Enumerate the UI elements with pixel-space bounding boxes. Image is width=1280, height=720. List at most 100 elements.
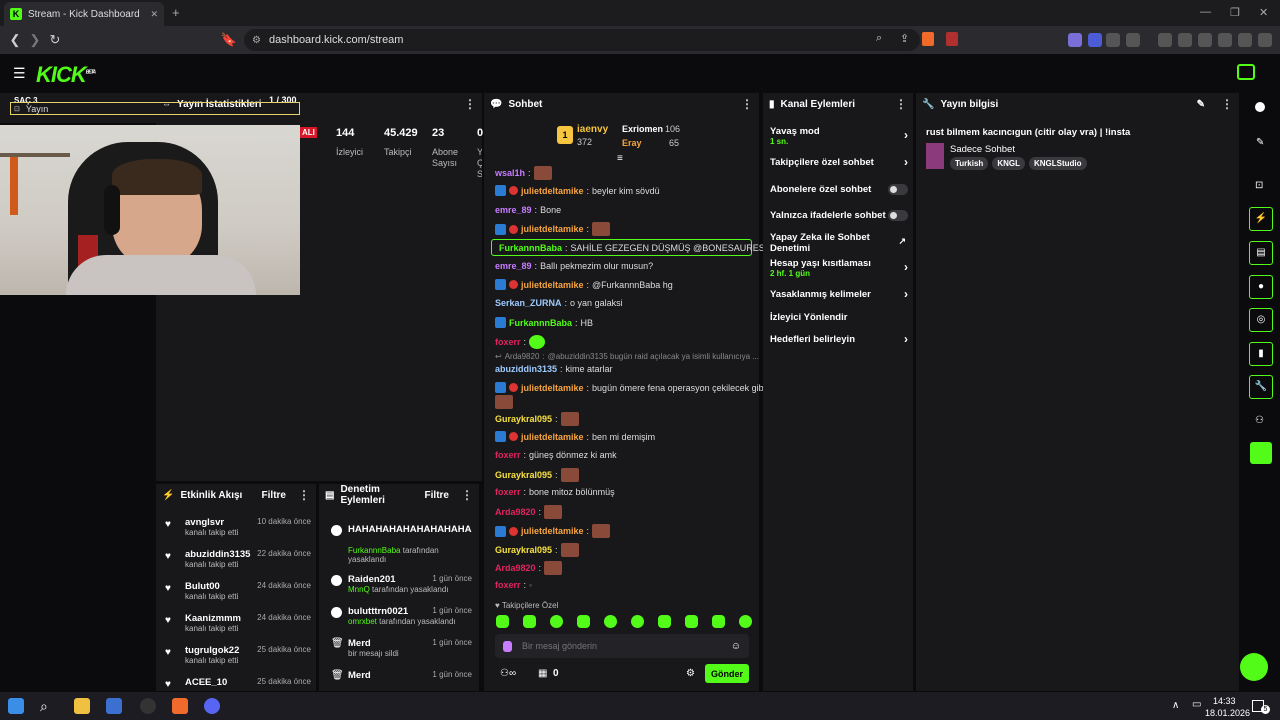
emote-icon[interactable] bbox=[577, 615, 590, 628]
users-icon[interactable]: ⚇∞ bbox=[500, 668, 516, 679]
category-name[interactable]: Sadece Sohbet bbox=[950, 144, 1015, 155]
app-icon[interactable] bbox=[106, 698, 122, 714]
channel-actions-menu-icon[interactable]: ⋮ bbox=[895, 97, 907, 111]
emote-icon[interactable] bbox=[496, 615, 509, 628]
chat-user[interactable]: FurkannnBaba bbox=[499, 243, 562, 253]
broadcast-icon[interactable]: ◎ bbox=[1249, 308, 1273, 332]
vpn-icon[interactable] bbox=[1218, 33, 1232, 47]
chat-user[interactable]: julietdeltamike bbox=[521, 526, 584, 536]
browser-tab[interactable]: K Stream - Kick Dashboard ✕ bbox=[4, 2, 164, 26]
send-button[interactable]: Gönder bbox=[705, 664, 749, 683]
music-icon[interactable] bbox=[1158, 33, 1172, 47]
top-donor-name[interactable]: Eray bbox=[622, 138, 642, 148]
chat-user[interactable]: julietdeltamike bbox=[521, 186, 584, 196]
action-raid[interactable]: İzleyici Yönlendir bbox=[770, 312, 908, 323]
kick-logo[interactable]: KICKBETA bbox=[36, 62, 96, 88]
search-icon[interactable]: ⌕ bbox=[40, 698, 56, 714]
extension-icon[interactable] bbox=[1126, 33, 1140, 47]
emote-icon[interactable] bbox=[550, 615, 563, 628]
chat-user[interactable]: Guraykral095 bbox=[495, 545, 552, 555]
chat-user[interactable]: abuziddin3135 bbox=[495, 364, 557, 374]
close-window-icon[interactable]: ✕ bbox=[1259, 6, 1268, 19]
back-icon[interactable]: ❮ bbox=[5, 30, 25, 50]
emote-icon[interactable] bbox=[685, 615, 698, 628]
stats-menu-icon[interactable]: ⋮ bbox=[464, 97, 476, 111]
chat-user[interactable]: julietdeltamike bbox=[521, 383, 584, 393]
chat-user[interactable]: Guraykral095 bbox=[495, 414, 552, 424]
wallet-icon[interactable] bbox=[1198, 33, 1212, 47]
pencil-icon[interactable]: ✎ bbox=[1256, 137, 1264, 148]
brave-rewards-icon[interactable] bbox=[946, 32, 958, 46]
toggle-switch[interactable] bbox=[888, 184, 908, 195]
top-donor-name[interactable]: Exriomen bbox=[622, 124, 663, 134]
shield-icon[interactable] bbox=[1238, 33, 1252, 47]
action-account-age[interactable]: Hesap yaşı kısıtlaması 2 hf. 1 gün › bbox=[770, 258, 908, 278]
discord-icon[interactable] bbox=[204, 698, 220, 714]
emote-icon[interactable] bbox=[631, 615, 644, 628]
bookmark-icon[interactable]: 🔖 bbox=[219, 30, 239, 50]
chat-settings-icon[interactable]: ⚙ bbox=[686, 668, 695, 679]
tag[interactable]: Turkish bbox=[950, 157, 989, 170]
obs-icon[interactable] bbox=[140, 698, 156, 714]
new-tab-button[interactable]: + bbox=[172, 5, 180, 20]
menu-icon[interactable] bbox=[1258, 33, 1272, 47]
chat-input-box[interactable]: ☺ bbox=[495, 634, 749, 658]
gift-icon[interactable]: ▦ bbox=[538, 668, 547, 679]
chat-menu-icon[interactable]: ⋮ bbox=[741, 97, 753, 111]
chat-user[interactable]: wsal1h bbox=[495, 168, 525, 178]
reply-user[interactable]: Arda9820 bbox=[505, 352, 540, 361]
minimize-icon[interactable]: — bbox=[1200, 6, 1211, 18]
moderation-actor[interactable]: FurkannnBaba bbox=[348, 546, 400, 555]
extension-icon[interactable] bbox=[1088, 33, 1102, 47]
chat-user[interactable]: FurkannnBaba bbox=[509, 318, 572, 328]
emote-icon[interactable] bbox=[712, 615, 725, 628]
studio-icon[interactable] bbox=[1237, 64, 1255, 80]
zoom-icon[interactable]: ⌕ bbox=[876, 32, 882, 45]
network-icon[interactable]: ▭ bbox=[1192, 699, 1201, 710]
top-donor-name[interactable]: iaenvy bbox=[577, 124, 608, 135]
chat-user[interactable]: Guraykral095 bbox=[495, 470, 552, 480]
chat-user[interactable]: julietdeltamike bbox=[521, 224, 584, 234]
camera-icon[interactable]: ⊡ bbox=[1255, 180, 1263, 191]
tag[interactable]: KNGL bbox=[992, 157, 1025, 170]
chat-user[interactable]: foxerr bbox=[495, 580, 521, 590]
reload-icon[interactable]: ↻ bbox=[45, 30, 65, 50]
category-thumbnail[interactable] bbox=[926, 143, 944, 169]
collapse-icon[interactable]: ≡ bbox=[617, 153, 623, 164]
action-subscribers-chat[interactable]: Abonelere özel sohbet bbox=[770, 184, 908, 195]
chat-user[interactable]: julietdeltamike bbox=[521, 280, 584, 290]
forward-icon[interactable]: ❯ bbox=[25, 30, 45, 50]
document-icon[interactable]: ▤ bbox=[1249, 241, 1273, 265]
site-settings-icon[interactable]: ⚙ bbox=[252, 35, 261, 46]
hamburger-menu-icon[interactable]: ☰ bbox=[13, 65, 26, 82]
chat-bubble-icon[interactable]: ● bbox=[1249, 275, 1273, 299]
chat-user[interactable]: julietdeltamike bbox=[521, 432, 584, 442]
chat-user[interactable]: foxerr bbox=[495, 487, 521, 497]
action-goals[interactable]: Hedefleri belirleyin › bbox=[770, 332, 908, 346]
moderation-actor[interactable]: omrxbet bbox=[348, 617, 377, 626]
support-chat-icon[interactable] bbox=[1240, 653, 1268, 681]
users-icon[interactable]: ⚇ bbox=[1255, 415, 1264, 426]
action-followers-chat[interactable]: Takipçilere özel sohbet › bbox=[770, 155, 908, 169]
close-tab-icon[interactable]: ✕ bbox=[150, 9, 158, 20]
stream-info-menu-icon[interactable]: ⋮ bbox=[1221, 97, 1233, 111]
clock-time[interactable]: 14:33 bbox=[1213, 696, 1236, 706]
maximize-icon[interactable]: ❐ bbox=[1230, 6, 1240, 19]
action-ai-moderation[interactable]: Yapay Zeka ile Sohbet Denetimi ↗ bbox=[770, 232, 908, 254]
moderation-target[interactable]: HAHAHAHAHAHAHAHAHAAAH bbox=[348, 524, 472, 535]
moderation-actor[interactable]: MnnQ bbox=[348, 585, 370, 594]
extension-icon[interactable] bbox=[1106, 33, 1120, 47]
activity-filter-button[interactable]: Filtre bbox=[262, 490, 286, 501]
chat-input[interactable] bbox=[522, 641, 721, 651]
emoji-icon[interactable]: ☺ bbox=[731, 641, 741, 652]
extension-icon[interactable] bbox=[1068, 33, 1082, 47]
clock-date[interactable]: 18.01.2026 bbox=[1205, 708, 1250, 718]
action-emotes-only[interactable]: Yalnızca ifadelerle sohbet bbox=[770, 210, 908, 221]
chat-user[interactable]: emre_89 bbox=[495, 205, 532, 215]
file-explorer-icon[interactable] bbox=[74, 698, 90, 714]
chat-user[interactable]: Serkan_ZURNA bbox=[495, 298, 562, 308]
studio-green-icon[interactable] bbox=[1250, 442, 1272, 464]
brave-icon[interactable] bbox=[172, 698, 188, 714]
url-bar[interactable]: ⚙ dashboard.kick.com/stream bbox=[244, 29, 920, 51]
chat-user[interactable]: emre_89 bbox=[495, 261, 532, 271]
